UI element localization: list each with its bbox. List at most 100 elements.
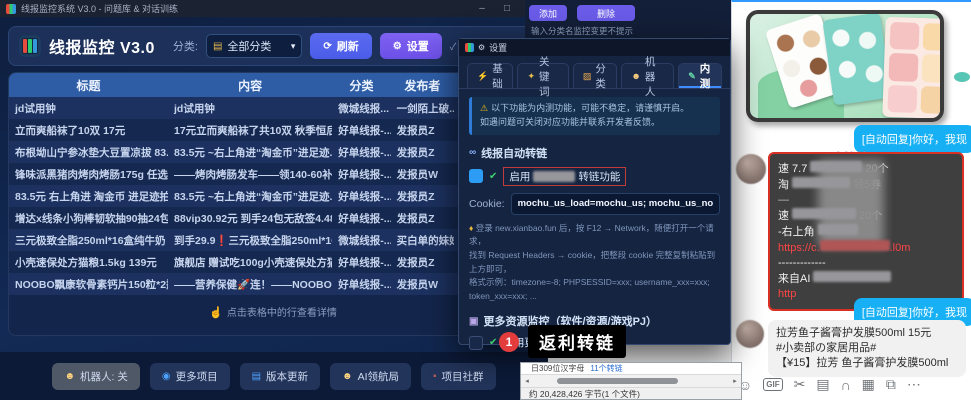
cookie-row: Cookie: xyxy=(469,193,720,215)
horizontal-scrollbar[interactable]: ◂ ▸ xyxy=(521,374,741,388)
community-label: 项目社群 xyxy=(442,369,484,384)
explorer-status-bar: 约 20,428,426 字节(1 个文件) xyxy=(521,388,741,400)
product-line2: #小卖部の家居用品# xyxy=(776,341,958,356)
scrollbar-track[interactable] xyxy=(533,377,729,385)
ai-bureau-label: AI领航局 xyxy=(358,369,399,384)
page-title: 线报监控 V3.0 xyxy=(49,34,155,58)
screenshot-stage: 线报监控系统 V3.0 - 问题库 & 对话训练 – □ × 线报监控 V3.0… xyxy=(0,0,971,400)
outgoing-auto-reply-bubble: [自动回复]你好，我现 xyxy=(854,125,971,153)
sticker-card-teal xyxy=(822,12,891,105)
warning-line1: 以下功能为内测功能，可能不稳定，请谨慎开启。 xyxy=(491,103,689,113)
enable-convert-row: ✔ 启用 转链功能 xyxy=(469,167,720,186)
cell-category: 好单线报-... xyxy=(332,277,390,292)
sticker-pack-image[interactable] xyxy=(746,10,944,122)
gear-icon: ⚙ xyxy=(478,43,485,52)
cell-publisher: 发报员Z xyxy=(391,211,455,226)
cell-content: 83.5元 ~右上角进“淘金币”进足迹... xyxy=(168,145,332,160)
tab-keywords[interactable]: ✦ 关键词 xyxy=(517,63,568,88)
robot-toggle-label: 机器人: 关 xyxy=(80,369,128,384)
sticker-card-kids xyxy=(882,17,944,119)
robot-toggle-button[interactable]: ☻ 机器人: 关 xyxy=(52,363,139,390)
tab-categories[interactable]: ▨ 分类 xyxy=(573,63,617,88)
community-button[interactable]: ▪ 项目社群 xyxy=(421,363,496,390)
gif-icon[interactable]: GIF xyxy=(763,378,782,391)
dialog-tabs: ⚡ 基础 ✦ 关键词 ▨ 分类 ☻ 机器人 ✎ 内测 xyxy=(459,56,730,89)
scroll-left-icon[interactable]: ◂ xyxy=(521,377,533,385)
annotation-label: 返利转链 xyxy=(528,325,626,358)
minimize-button[interactable]: – xyxy=(472,3,492,14)
cell-title: jd试用钟 xyxy=(9,101,168,116)
cell-publisher: 发报员Z xyxy=(391,255,455,270)
cell-category: 好单线报-... xyxy=(332,167,390,182)
app-logo-icon xyxy=(19,35,41,57)
refresh-icon: ⟳ xyxy=(323,41,331,52)
lightning-icon: ⚡ xyxy=(477,71,488,82)
checkbox-enable-convert[interactable] xyxy=(469,169,483,183)
column-header-title: 标题 xyxy=(9,77,168,94)
avatar[interactable] xyxy=(736,320,764,348)
settings-dialog: ⚙ 设置 ⚡ 基础 ✦ 关键词 ▨ 分类 ☻ 机器人 ✎ 内测 xyxy=(458,38,731,345)
refresh-button[interactable]: ⟳ 刷新 xyxy=(310,33,371,59)
tip-line1: 登录 new.xianbao.fun 后，按 F12 → Network，随便打… xyxy=(469,223,714,247)
cell-title: 小壳速保处方猫粮1.5kg 139元 xyxy=(9,255,168,270)
tab-basic[interactable]: ⚡ 基础 xyxy=(467,63,513,88)
version-update-label: 版本更新 xyxy=(266,369,308,384)
cell-content: jd试用钟 xyxy=(168,101,332,116)
warning-line2: 如遇问题可关闭对应功能并联系开发者反馈。 xyxy=(480,116,712,130)
globe-icon: ◉ xyxy=(162,371,171,382)
column-header-category: 分类 xyxy=(332,77,390,94)
beta-warning-box: ⚠以下功能为内测功能，可能不稳定，请谨慎开启。 如遇问题可关闭对应功能并联系开发… xyxy=(469,97,720,135)
pointer-icon: ☝ xyxy=(209,307,223,319)
cell-title: 三元极致全脂250ml*16盒纯牛奶 29.... xyxy=(9,233,168,248)
link-pre: https://c. xyxy=(778,242,820,254)
hint-text: 点击表格中的行查看详情 xyxy=(227,308,337,319)
delete-button[interactable]: 删除 xyxy=(577,5,635,21)
image-icon[interactable]: ▦ xyxy=(862,376,875,393)
cell-title: NOOBO飘康软骨素钙片150粒*2瓶3... xyxy=(9,277,168,292)
cell-content: ——营养保健🚀连！——NOOBO ... xyxy=(168,277,332,292)
robot-icon: ☻ xyxy=(64,371,75,382)
tip-line3: 格式示例：timezone=-8; PHPSESSID=xxx; usernam… xyxy=(469,276,720,303)
tab-robot[interactable]: ☻ 机器人 xyxy=(621,63,674,88)
cell-content: 88vip30.92元 到手24包无敌签4.48... xyxy=(168,211,332,226)
cell-title: 锋味派黑猪肉烤肉烤肠175g 任选5件... xyxy=(9,167,168,182)
msg-line: 速 xyxy=(778,210,789,222)
annotation-red-rectangle: 启用 转链功能 xyxy=(503,167,626,186)
scroll-right-icon[interactable]: ▸ xyxy=(729,377,741,385)
screen-share-icon[interactable]: ⧉ xyxy=(886,376,896,393)
cell-content: 17元立而爽船袜了共10双 秋季恒后石... xyxy=(168,123,332,138)
tab-beta[interactable]: ✎ 内测 xyxy=(678,63,722,88)
product-line1: 拉芳鱼子酱膏护发膜500ml 15元 xyxy=(776,326,958,341)
enable-convert-label-post: 转链功能 xyxy=(578,169,620,184)
cell-content: 旗舰店 赠试吃100g小壳速保处方猫粮... xyxy=(168,255,332,270)
version-update-button[interactable]: ▤ 版本更新 xyxy=(240,363,320,390)
censored-blur xyxy=(533,171,575,182)
check-icon: ✔ xyxy=(489,171,497,182)
ai-bureau-button[interactable]: ☻ AI领航局 xyxy=(330,363,411,390)
book-icon: ▤ xyxy=(252,371,261,382)
headset-icon[interactable]: ∩ xyxy=(841,377,851,393)
more-projects-label: 更多项目 xyxy=(176,369,218,384)
settings-button[interactable]: ⚙ 设置 xyxy=(380,33,442,59)
file-icon[interactable]: ▤ xyxy=(816,376,829,393)
dialog-body: ⚠以下功能为内测功能，可能不稳定，请谨慎开启。 如遇问题可关闭对应功能并联系开发… xyxy=(459,89,730,362)
avatar[interactable] xyxy=(736,154,766,184)
cookie-input[interactable] xyxy=(511,193,720,215)
more-projects-button[interactable]: ◉ 更多项目 xyxy=(150,363,230,390)
checkbox-enable-more-monitor[interactable] xyxy=(469,336,483,350)
maximize-button[interactable]: □ xyxy=(497,3,517,14)
cell-category: 好单线报-... xyxy=(332,145,390,160)
tab-beta-label: 内测 xyxy=(700,61,712,91)
cell-publisher: 发报员W xyxy=(391,167,455,182)
category-select[interactable]: ▤ 全部分类 ▾ xyxy=(206,34,302,58)
check-icon: ✔ xyxy=(489,337,497,348)
product-line3: 【¥15】拉芳 鱼子酱膏护发膜500ml xyxy=(776,356,958,371)
file-explorer-fragment: 日309位汉字母 11个转链 ◂ ▸ 约 20,428,426 字节(1 个文件… xyxy=(520,362,742,400)
more-icon[interactable]: ⋯ xyxy=(907,376,921,393)
explorer-selection-text[interactable]: 11个转链 xyxy=(590,363,622,374)
screenshot-icon[interactable]: ✂ xyxy=(794,376,806,393)
add-button[interactable]: 添加 xyxy=(529,5,567,21)
message-link[interactable]: https://c..l0m xyxy=(778,240,954,256)
enable-convert-label-pre: 启用 xyxy=(509,169,530,184)
scrollbar-thumb[interactable] xyxy=(557,378,679,384)
